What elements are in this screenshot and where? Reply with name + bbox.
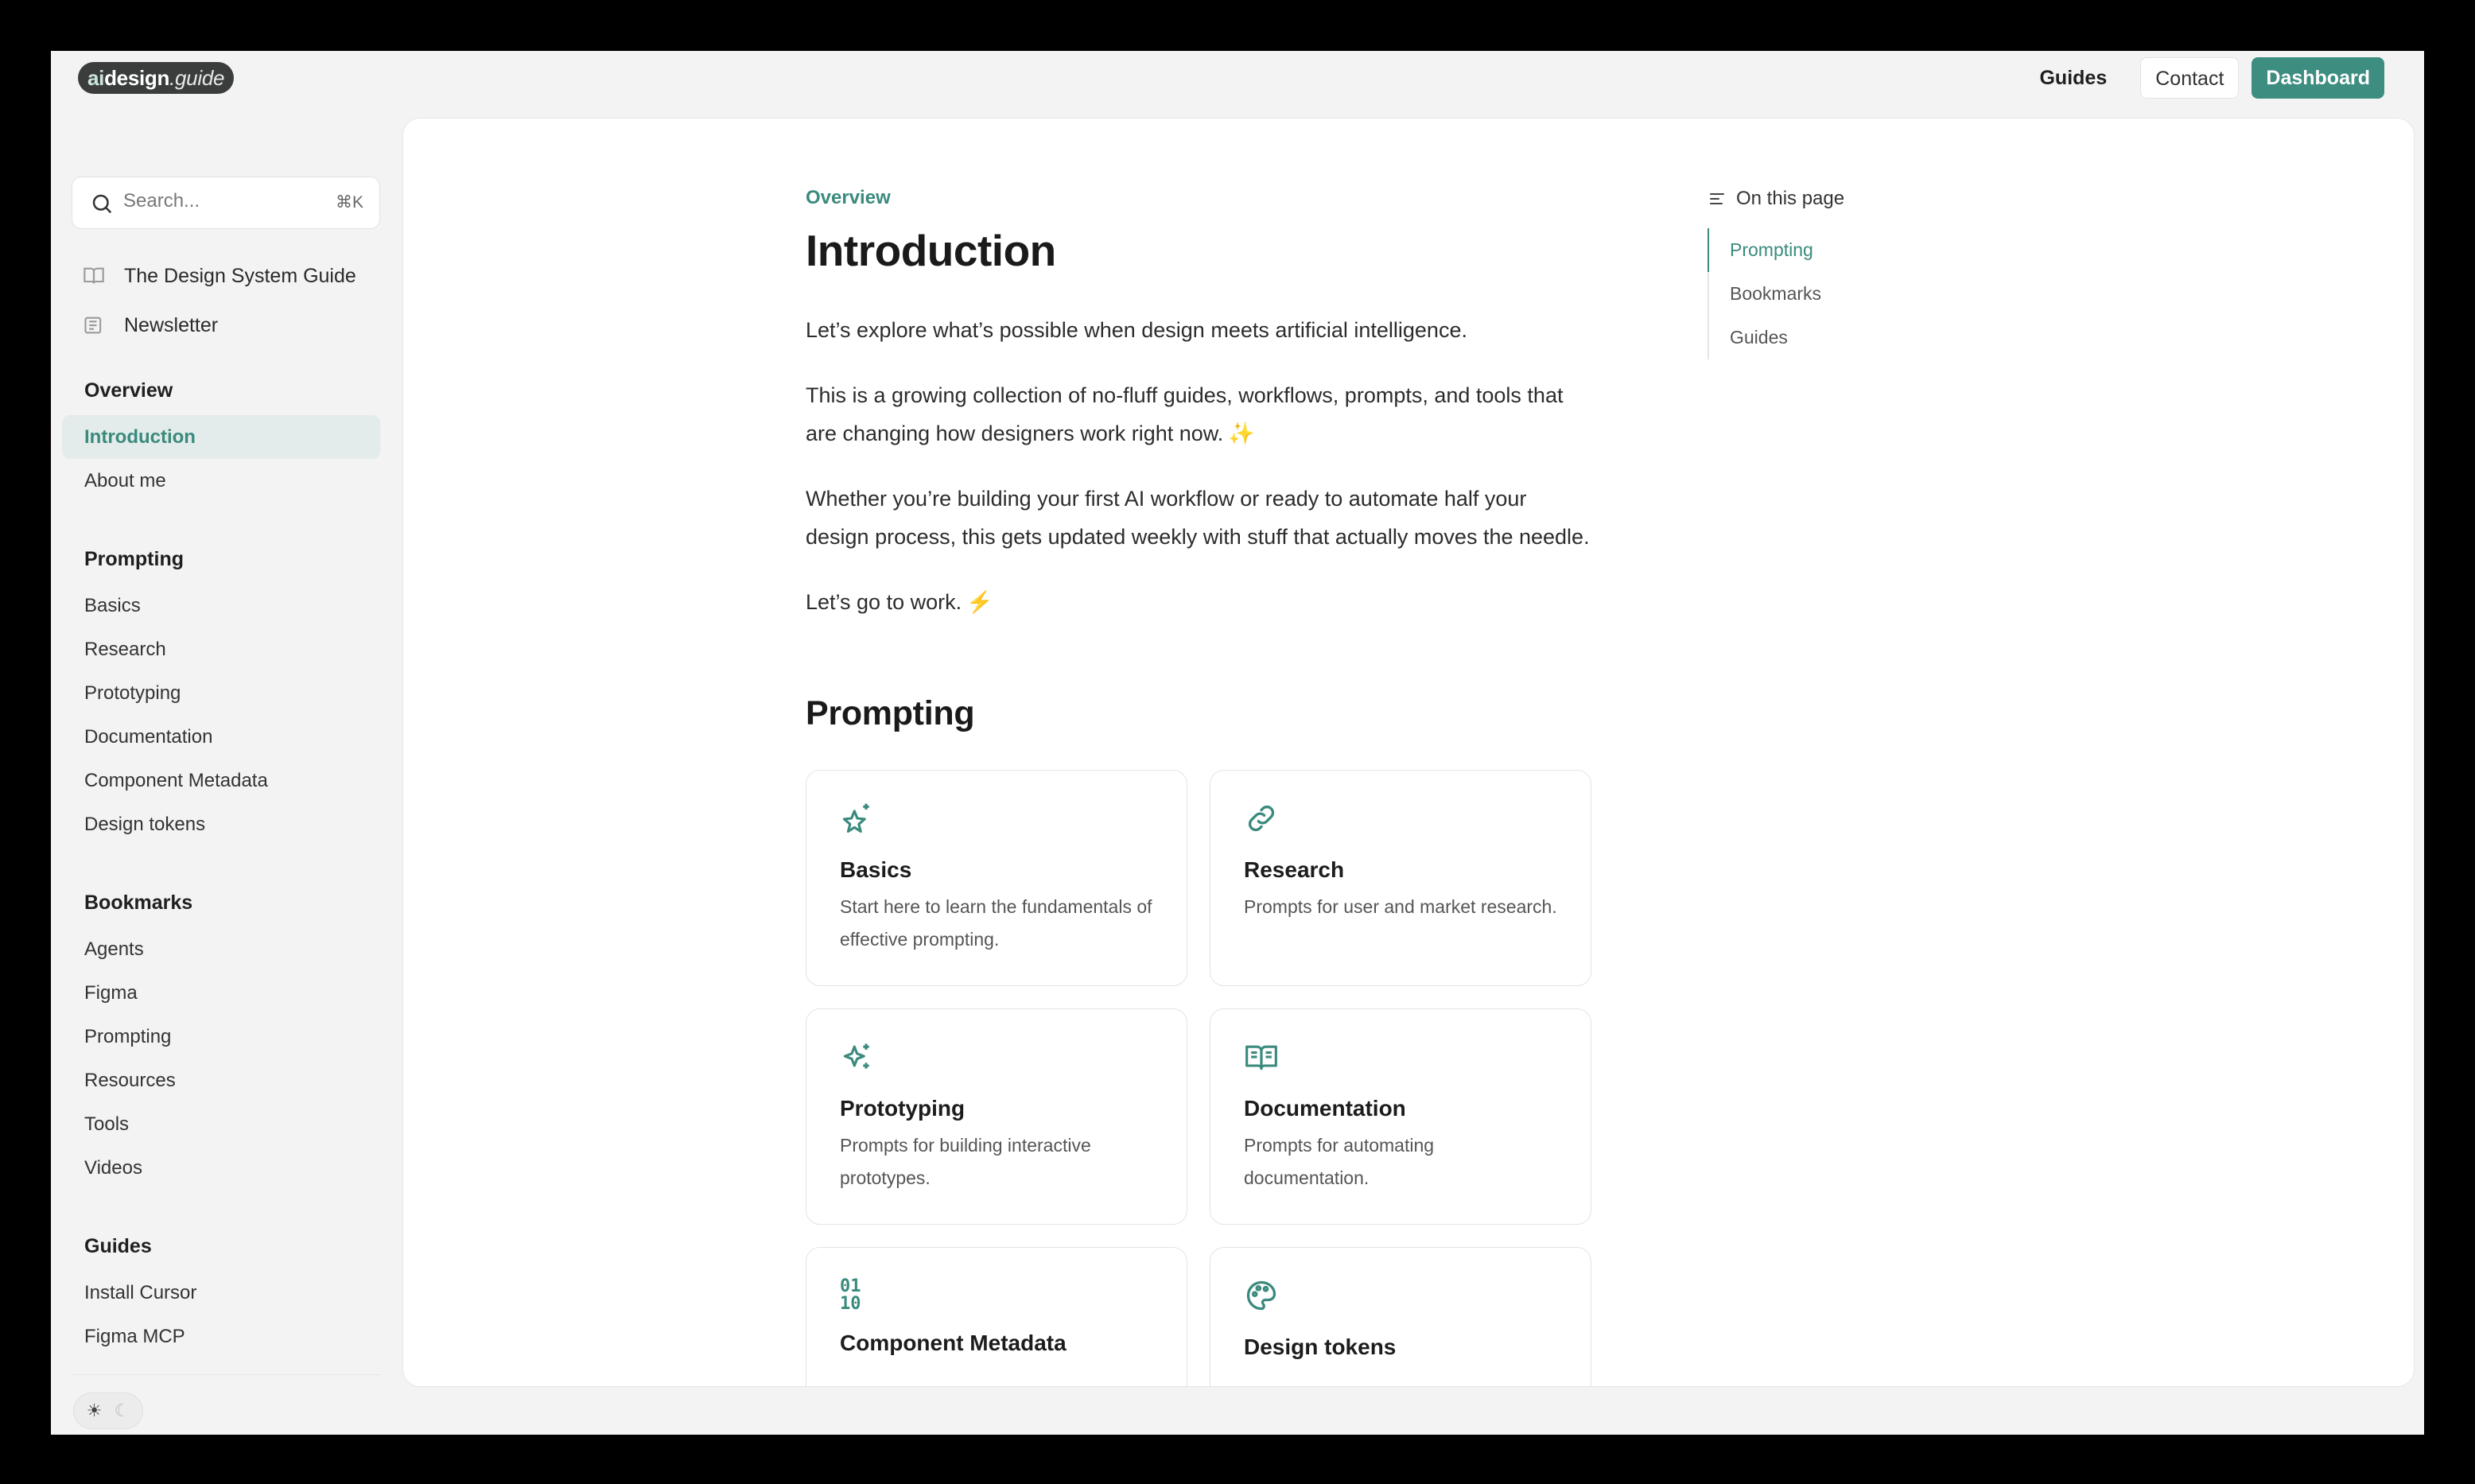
sidebar: Search... ⌘K The Design System Guide New…: [51, 124, 385, 1435]
card-title: Research: [1244, 857, 1345, 882]
binary-icon: 01 10: [840, 1276, 861, 1314]
sidebar-item-design-tokens[interactable]: Design tokens: [62, 802, 380, 846]
toc-item-prompting[interactable]: Prompting: [1708, 228, 2026, 272]
sidebar-link-label: Newsletter: [124, 313, 219, 336]
card-prototyping[interactable]: Prototyping Prompts for building interac…: [806, 1008, 1187, 1225]
table-of-contents: On this page Prompting Bookmarks Guides: [1708, 187, 2026, 359]
page-title: Introduction: [806, 226, 1056, 275]
list-icon: [1710, 193, 1724, 204]
card-title: Component Metadata: [840, 1331, 1067, 1355]
sidebar-top-links: The Design System Guide Newsletter: [83, 251, 356, 350]
nav-group-guides: Guides Install Cursor Figma MCP: [62, 1222, 380, 1358]
newspaper-icon: [84, 317, 102, 334]
sidebar-item-component-metadata[interactable]: Component Metadata: [62, 759, 380, 802]
contact-button[interactable]: Contact: [2140, 57, 2240, 99]
link-icon: [1248, 805, 1275, 832]
open-book-icon: [1245, 1045, 1277, 1070]
intro-paragraph-1: Let’s explore what’s possible when desig…: [806, 318, 1467, 342]
sparkles-emoji: ✨: [1228, 422, 1255, 445]
card-documentation[interactable]: Documentation Prompts for automating doc…: [1210, 1008, 1591, 1225]
intro-paragraph-2: This is a growing collection of no-fluff…: [806, 383, 1564, 445]
intro-paragraph-3: Whether you’re building your first AI wo…: [806, 487, 1590, 549]
sidebar-nav: Overview Introduction About me Prompting…: [62, 366, 380, 1390]
nav-group-bookmarks: Bookmarks Agents Figma Prompting Resourc…: [62, 878, 380, 1190]
sidebar-item-videos[interactable]: Videos: [62, 1146, 380, 1190]
sidebar-link-newsletter[interactable]: Newsletter: [83, 301, 356, 350]
nav-group-heading: Guides: [84, 1235, 152, 1257]
sidebar-item-documentation[interactable]: Documentation: [62, 715, 380, 759]
sidebar-item-figma-mcp[interactable]: Figma MCP: [62, 1315, 380, 1358]
sparkles-icon: [843, 1043, 869, 1069]
card-research[interactable]: Research Prompts for user and market res…: [1210, 770, 1591, 986]
theme-toggle[interactable]: ☀ ☾: [73, 1393, 143, 1429]
toc-list: Prompting Bookmarks Guides: [1708, 228, 2026, 359]
nav-group-heading: Overview: [84, 379, 173, 402]
breadcrumb[interactable]: Overview: [806, 187, 1593, 209]
search-icon: [92, 194, 112, 214]
search-placeholder: Search...: [123, 190, 200, 212]
main-content-panel: Overview Introduction Let’s explore what…: [402, 118, 2415, 1387]
top-navigation: Guides Contact Dashboard: [2018, 57, 2384, 99]
section-title-prompting: Prompting: [806, 694, 975, 732]
search-shortcut: ⌘K: [335, 193, 363, 212]
palette-icon: [1246, 1280, 1276, 1311]
card-title: Prototyping: [840, 1096, 966, 1121]
intro-paragraph-4: Let’s go to work. ⚡: [806, 590, 993, 614]
nav-guides-link[interactable]: Guides: [2018, 57, 2127, 99]
sidebar-item-prompting[interactable]: Prompting: [62, 1015, 380, 1059]
sidebar-item-about-me[interactable]: About me: [62, 459, 380, 503]
nav-group-heading: Prompting: [84, 548, 184, 570]
sidebar-item-prototyping[interactable]: Prototyping: [62, 671, 380, 715]
sidebar-item-research[interactable]: Research: [62, 627, 380, 671]
card-basics[interactable]: Basics Start here to learn the fundament…: [806, 770, 1187, 986]
card-title: Design tokens: [1244, 1334, 1397, 1359]
sidebar-item-tools[interactable]: Tools: [62, 1102, 380, 1146]
sidebar-item-agents[interactable]: Agents: [62, 927, 380, 971]
sparkle-star-icon: [842, 803, 869, 833]
nav-group-overview: Overview Introduction About me: [62, 366, 380, 503]
toc-item-guides[interactable]: Guides: [1709, 316, 2026, 359]
card-title: Documentation: [1244, 1096, 1406, 1121]
sidebar-item-resources[interactable]: Resources: [62, 1059, 380, 1102]
card-grid: Basics Start here to learn the fundament…: [806, 770, 1593, 1386]
sun-icon[interactable]: ☀: [87, 1400, 103, 1421]
lightning-emoji: ⚡: [966, 590, 993, 614]
sidebar-item-basics[interactable]: Basics: [62, 584, 380, 627]
book-icon: [84, 267, 104, 284]
card-component-metadata[interactable]: 01 10 Component Metadata: [806, 1247, 1187, 1386]
nav-group-prompting: Prompting Basics Research Prototyping Do…: [62, 534, 380, 846]
sidebar-item-install-cursor[interactable]: Install Cursor: [62, 1271, 380, 1315]
card-description: Start here to learn the fundamentals of …: [840, 896, 1152, 950]
toc-item-bookmarks[interactable]: Bookmarks: [1709, 272, 2026, 316]
site-logo[interactable]: aidesign.guide: [78, 62, 235, 94]
article: Overview Introduction Let’s explore what…: [806, 187, 1593, 1386]
search-input[interactable]: Search... ⌘K: [72, 177, 380, 229]
sidebar-link-label: The Design System Guide: [124, 264, 356, 287]
moon-icon[interactable]: ☾: [115, 1400, 130, 1421]
sidebar-footer: ☀ ☾: [73, 1374, 380, 1435]
nav-group-heading: Bookmarks: [84, 892, 193, 914]
card-title: Basics: [840, 857, 912, 882]
card-design-tokens[interactable]: Design tokens: [1210, 1247, 1591, 1386]
toc-heading: On this page: [1708, 187, 2026, 211]
dashboard-button[interactable]: Dashboard: [2252, 57, 2384, 99]
sidebar-link-design-system-guide[interactable]: The Design System Guide: [83, 251, 356, 301]
app-window: aidesign.guide Guides Contact Dashboard …: [51, 51, 2424, 1435]
card-description: Prompts for automating documentation.: [1244, 1135, 1435, 1188]
sidebar-item-figma[interactable]: Figma: [62, 971, 380, 1015]
sidebar-item-introduction[interactable]: Introduction: [62, 415, 380, 459]
card-description: Prompts for building interactive prototy…: [840, 1135, 1091, 1188]
toc-heading-label: On this page: [1736, 188, 1845, 209]
card-description: Prompts for user and market research.: [1244, 896, 1557, 917]
